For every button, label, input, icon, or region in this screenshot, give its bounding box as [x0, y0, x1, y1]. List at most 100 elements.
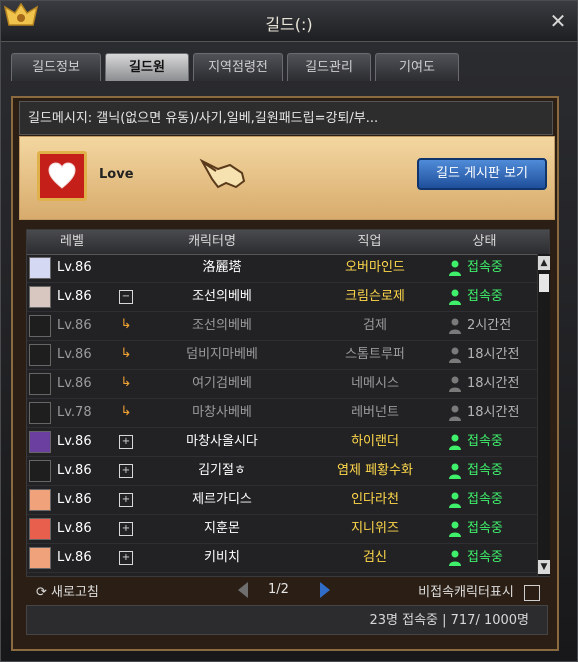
title-bar[interactable]: 길드(:) ✕	[1, 1, 577, 42]
scroll-thumb[interactable]	[539, 274, 549, 292]
tab-guild-management[interactable]: 길드관리	[287, 53, 371, 81]
table-row[interactable]: Lv.86 洛麗塔 오버마인드 접속중	[27, 254, 537, 283]
row-level: Lv.78	[57, 405, 92, 420]
table-row[interactable]: Lv.86 + 제르가디스 인다라천 접속중	[27, 486, 537, 515]
prev-page-icon[interactable]	[234, 580, 254, 600]
tab-guild-info[interactable]: 길드정보	[11, 53, 101, 81]
expand-icon[interactable]: +	[119, 435, 133, 449]
tab-contribution[interactable]: 기여도	[375, 53, 459, 81]
sub-character-icon[interactable]: ↳	[119, 318, 133, 333]
offline-toggle[interactable]: 비접속캐릭터표시	[418, 581, 540, 601]
row-character-name: 조선의베베	[192, 289, 252, 304]
row-character-name: 마창사올시다	[186, 434, 258, 449]
row-status: 접속중	[467, 550, 503, 565]
row-class: 지니위즈	[351, 521, 399, 536]
avatar	[29, 373, 51, 395]
pagination: 1/2	[234, 579, 344, 601]
guild-emblem	[37, 151, 87, 201]
table-row[interactable]: Lv.78 ↳ 마창사베베 레버넌트 18시간전	[27, 399, 537, 428]
table-row[interactable]: Lv.86 ↳ 덤비지마베베 스톰트루퍼 18시간전	[27, 341, 537, 370]
header-character-name: 캐릭터명	[188, 234, 236, 249]
sub-character-icon[interactable]: ↳	[119, 347, 133, 362]
scroll-up-icon[interactable]: ▲	[538, 256, 550, 270]
row-character-name: 키비치	[204, 550, 240, 565]
expand-icon[interactable]: +	[119, 464, 133, 478]
row-character-name: 제르가디스	[192, 492, 252, 507]
row-class: 검제	[363, 318, 387, 333]
table-row[interactable]: Lv.86 + 마창사올시다 하이랜더 접속중	[27, 428, 537, 457]
row-status: 접속중	[467, 492, 503, 507]
table-row[interactable]: Lv.86 ↳ 조선의베베 검제 2시간전	[27, 312, 537, 341]
offline-person-icon	[449, 347, 461, 363]
table-row[interactable]: Lv.86 − 조선의베베 크림슨로제 접속중	[27, 283, 537, 312]
table-row[interactable]: Lv.86 + 지훈몬 지니위즈 접속중	[27, 515, 537, 544]
avatar	[29, 257, 51, 279]
row-character-name: 조선의베베	[192, 318, 252, 333]
avatar	[29, 344, 51, 366]
row-character-name: 마창사베베	[192, 405, 252, 420]
page-indicator: 1/2	[268, 582, 289, 597]
row-level: Lv.86	[57, 318, 92, 333]
row-level: Lv.86	[57, 347, 92, 362]
guild-name: Love	[99, 167, 134, 182]
row-character-name: 洛麗塔	[202, 260, 242, 275]
offline-person-icon	[449, 318, 461, 334]
next-page-icon[interactable]	[314, 580, 334, 600]
expand-icon[interactable]: +	[119, 522, 133, 536]
row-status: 18시간전	[467, 376, 520, 391]
refresh-button[interactable]: ⟳ 새로고침	[36, 581, 99, 600]
close-icon[interactable]: ✕	[547, 10, 569, 32]
scroll-down-icon[interactable]: ▼	[538, 560, 550, 574]
member-count-bar: 23명 접속중 | 717/ 1000명	[26, 605, 548, 635]
row-character-name: 김기절ㅎ	[198, 463, 246, 478]
row-character-name: 여기검베베	[192, 376, 252, 391]
online-person-icon	[449, 260, 461, 276]
row-status: 18시간전	[467, 405, 520, 420]
guild-board-button[interactable]: 길드 게시판 보기	[417, 158, 547, 190]
row-character-name: 지훈몬	[204, 521, 240, 536]
collapse-icon[interactable]: −	[119, 290, 133, 304]
sub-character-icon[interactable]: ↳	[119, 376, 133, 391]
guild-message: 길드메시지: 갤닉(없으면 유동)/사기,일베,길원패드립=강퇴/부...	[19, 101, 553, 135]
refresh-label: 새로고침	[51, 585, 99, 600]
online-person-icon	[449, 521, 461, 537]
offline-checkbox[interactable]	[524, 584, 540, 601]
avatar	[29, 286, 51, 308]
row-status: 2시간전	[467, 318, 512, 333]
member-table: 레벨 캐릭터명 직업 상태 Lv.86 洛麗塔 오버마인드 접속중 Lv.86− 조선의베…	[26, 229, 550, 577]
row-level: Lv.86	[57, 260, 92, 275]
offline-toggle-label: 비접속캐릭터표시	[418, 585, 514, 600]
avatar	[29, 518, 51, 540]
scrollbar[interactable]: ▲ ▼	[537, 254, 550, 576]
row-level: Lv.86	[57, 289, 92, 304]
table-row[interactable]: Lv.86 + 김기절ㅎ 염제 페황수화 접속중	[27, 457, 537, 486]
row-class: 염제 페황수화	[337, 463, 413, 478]
heart-icon	[48, 162, 76, 189]
guild-window: 길드(:) ✕ 길드정보 길드원 지역점령전 길드관리 기여도 길드메시지: 갤…	[0, 0, 578, 662]
row-level: Lv.86	[57, 550, 92, 565]
tab-guild-members[interactable]: 길드원	[105, 53, 189, 81]
row-character-name: 덤비지마베베	[186, 347, 258, 362]
avatar	[29, 547, 51, 569]
header-level: 레벨	[60, 234, 84, 249]
avatar	[29, 431, 51, 453]
sub-character-icon[interactable]: ↳	[119, 405, 133, 420]
row-level: Lv.86	[57, 463, 92, 478]
row-status: 18시간전	[467, 347, 520, 362]
online-person-icon	[449, 492, 461, 508]
row-level: Lv.86	[57, 492, 92, 507]
header-status: 상태	[472, 234, 497, 249]
row-class: 검신	[363, 550, 387, 565]
expand-icon[interactable]: +	[119, 493, 133, 507]
tab-territory-war[interactable]: 지역점령전	[193, 53, 283, 81]
online-person-icon	[449, 550, 461, 566]
table-row[interactable]: Lv.86 ↳ 여기검베베 네메시스 18시간전	[27, 370, 537, 399]
table-row[interactable]: Lv.86 + 키비치 검신 접속중	[27, 544, 537, 573]
avatar	[29, 315, 51, 337]
row-class: 하이랜더	[351, 434, 399, 449]
row-status: 접속중	[467, 260, 503, 275]
offline-person-icon	[449, 405, 461, 421]
row-class: 레버넌트	[351, 405, 399, 420]
avatar	[29, 460, 51, 482]
expand-icon[interactable]: +	[119, 551, 133, 565]
